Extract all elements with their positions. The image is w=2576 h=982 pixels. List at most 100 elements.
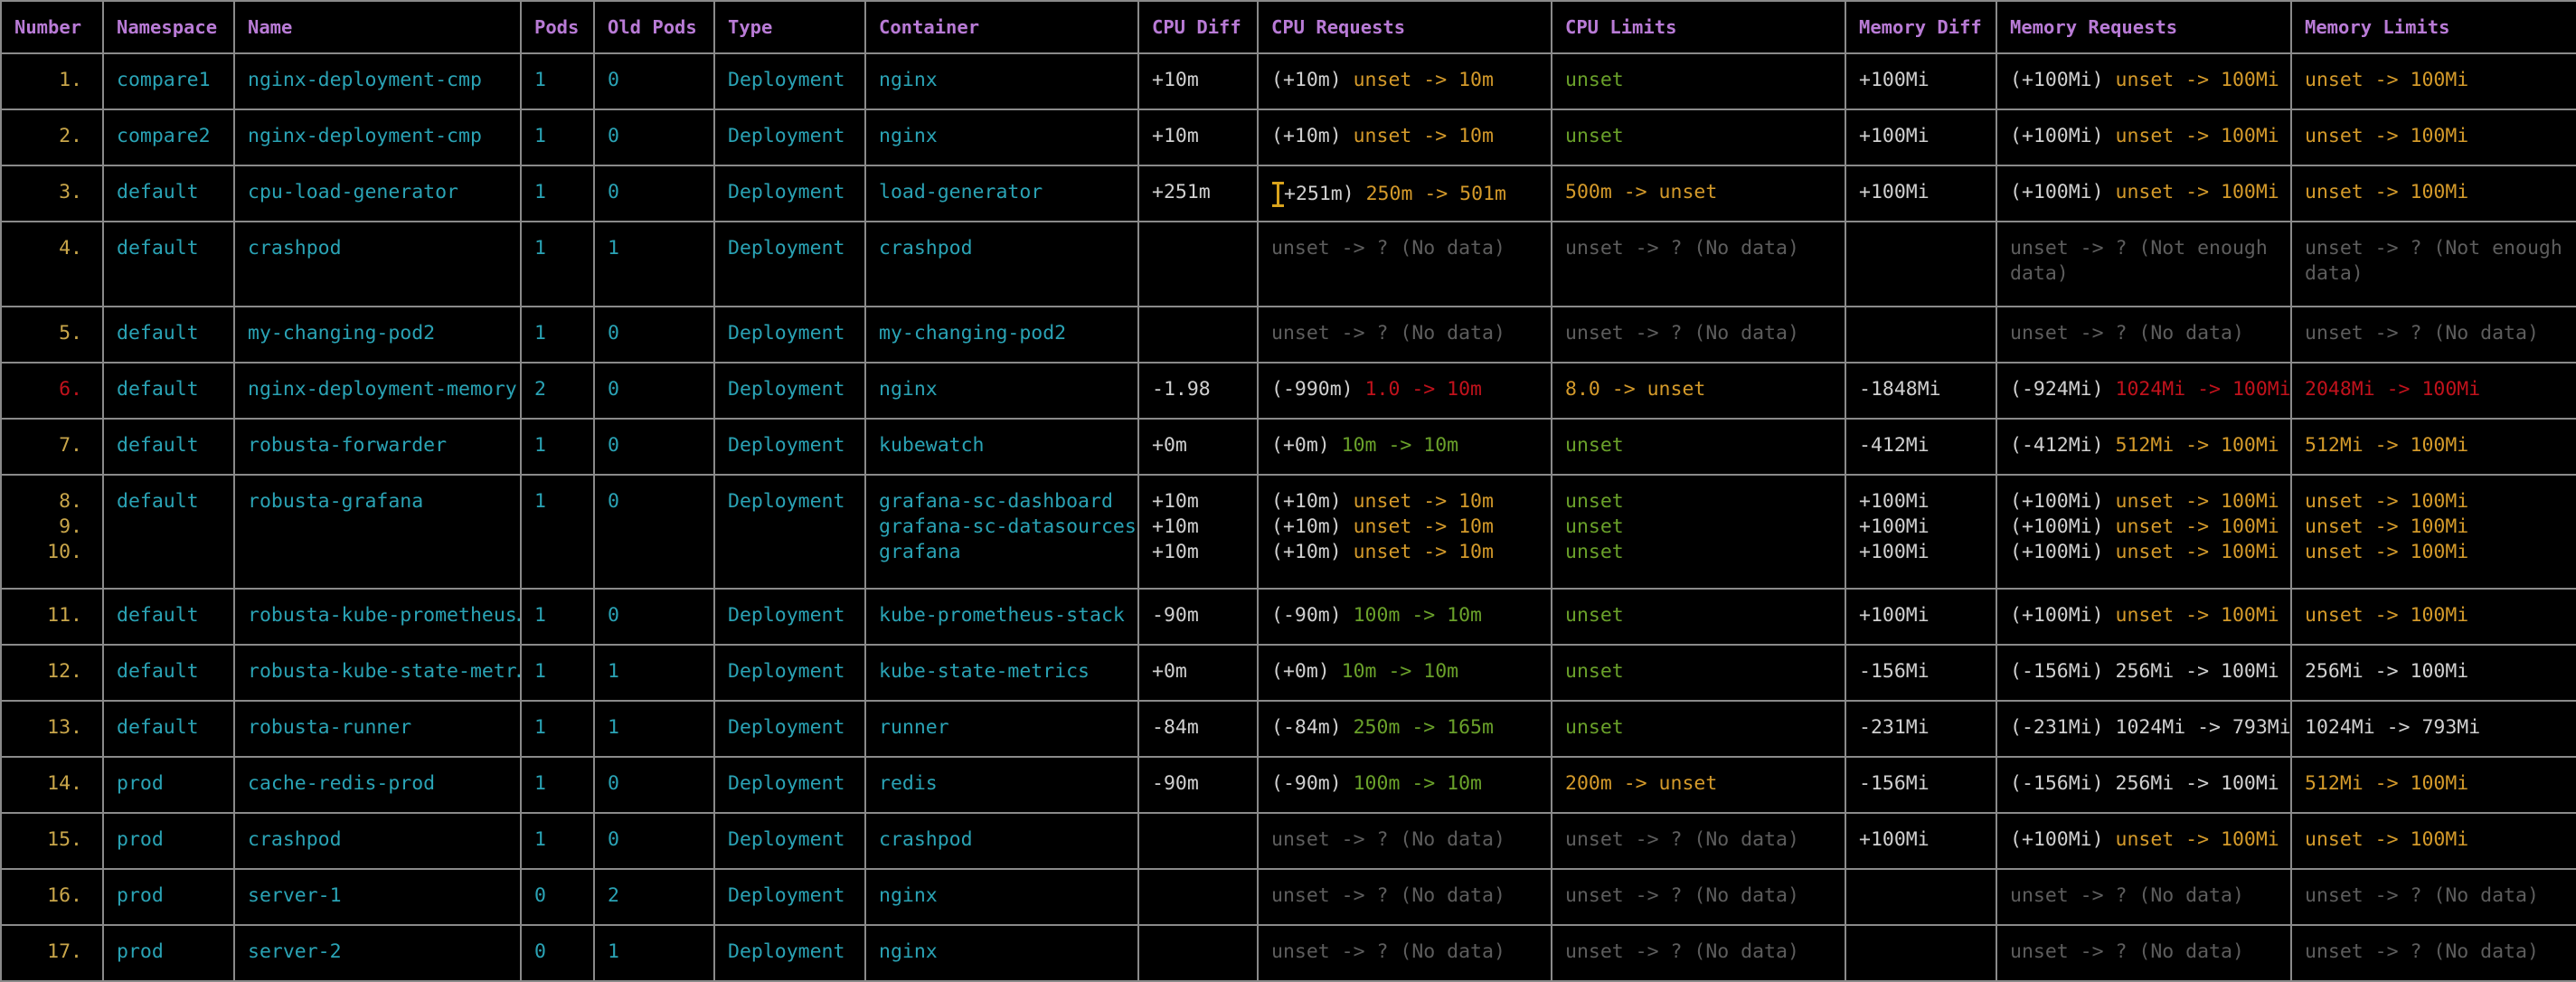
pods-cell: 0 [520, 868, 595, 926]
old-pods-cell-text: 0 [608, 322, 619, 345]
memory-requests-cell-segment: (+100Mi) [2010, 604, 2116, 627]
memory-requests-cell: (-412Mi) 512Mi -> 100Mi [1996, 418, 2292, 476]
namespace-cell-text: default [117, 237, 199, 260]
namespace-cell-text: default [117, 378, 199, 401]
cpu-requests-cell: (+10m) unset -> 10m [1257, 109, 1552, 166]
name-cell-text: robusta-kube-state-metr… [248, 660, 521, 683]
table-row[interactable]: 7. default robusta-forwarder 1 0 Deployment ku… [0, 418, 2576, 476]
cpu-diff-cell-line: -90m [1152, 604, 1199, 627]
table-row[interactable]: 12. default robusta-kube-state-metr… 1 1 Depl… [0, 644, 2576, 702]
old-pods-cell: 0 [593, 52, 715, 110]
cpu-diff-cell: -90m [1137, 756, 1259, 814]
cpu-diff-cell-line: -84m [1152, 716, 1199, 739]
cpu-diff-cell: +10m +10m +10m [1137, 474, 1259, 590]
cpu-limits-cell-segment: unset [1565, 604, 1624, 627]
cpu-diff-cell [1137, 221, 1259, 307]
memory-limits-cell-segment: (No data) [2433, 322, 2539, 345]
memory-requests-cell-segment: (-924Mi) [2010, 378, 2116, 401]
column-header-memory-diff: Memory Diff [1845, 0, 1997, 54]
name-cell-text: robusta-runner [248, 716, 412, 739]
row-number: 15. [0, 812, 104, 870]
old-pods-cell-text: 0 [608, 772, 619, 795]
row-number-line: 12. [47, 660, 82, 683]
table-row[interactable]: 13. default robusta-runner 1 1 Deployment runn… [0, 700, 2576, 758]
name-cell-text: crashpod [248, 828, 342, 851]
row-number: 6. [0, 362, 104, 420]
cpu-requests-cell-segment: unset -> 10m [1353, 541, 1494, 563]
namespace-cell: compare2 [102, 109, 235, 166]
cpu-limits-cell-line: unset -> ? (No data) [1565, 827, 1832, 853]
type-cell: Deployment [713, 756, 866, 814]
memory-limits-cell-line: unset -> ? (No data) [2305, 940, 2563, 965]
namespace-cell: default [102, 362, 235, 420]
namespace-cell: prod [102, 756, 235, 814]
memory-limits-cell-line: unset -> 100Mi [2305, 180, 2563, 205]
memory-requests-cell-segment: unset -> 100Mi [2115, 828, 2279, 851]
table-row[interactable]: 4. default crashpod 1 1 Deployment crashpod uns… [0, 221, 2576, 307]
table-row[interactable]: 14. prod cache-redis-prod 1 0 Deployment redis… [0, 756, 2576, 814]
memory-diff-cell: +100Mi [1845, 109, 1997, 166]
column-header-memory-limits: Memory Limits [2290, 0, 2576, 54]
namespace-cell-text: compare2 [117, 125, 211, 147]
table-row[interactable]: 11. default robusta-kube-prometheus… 1 0 Depl… [0, 588, 2576, 646]
memory-limits-cell: unset -> ? (Not enough data) [2290, 221, 2576, 307]
recommendations-table: Number Namespace Name Pods Old Pods Type Conta… [0, 0, 2576, 982]
memory-requests-cell-segment: (-231Mi) [2010, 716, 2116, 739]
name-cell: robusta-runner [233, 700, 522, 758]
memory-requests-cell-segment: (+100Mi) [2010, 828, 2116, 851]
table-row[interactable]: 5. default my-changing-pod2 1 0 Deployment my-… [0, 306, 2576, 364]
table-row[interactable]: 2. compare2 nginx-deployment-cmp 1 0 Deployme… [0, 109, 2576, 166]
name-cell: crashpod [233, 812, 522, 870]
table-row[interactable]: 6. default nginx-deployment-memory 2 0 Deploy… [0, 362, 2576, 420]
cpu-requests-cell-segment: unset -> ? [1271, 828, 1401, 851]
cpu-limits-cell-line: unset [1565, 659, 1832, 685]
type-cell-text: Deployment [728, 884, 845, 907]
table-row[interactable]: 17. prod server-2 0 1 Deployment nginx unset ->… [0, 924, 2576, 982]
name-cell-text: robusta-grafana [248, 490, 424, 513]
table-row[interactable]: 1. compare1 nginx-deployment-cmp 1 0 Deployme… [0, 52, 2576, 110]
memory-diff-cell-line: -231Mi [1859, 716, 1930, 739]
row-number-line: 4. [59, 237, 82, 260]
memory-limits-cell: 1024Mi -> 793Mi [2290, 700, 2576, 758]
table-row[interactable]: 15. prod crashpod 1 0 Deployment crashpod unset… [0, 812, 2576, 870]
memory-limits-cell-line: 1024Mi -> 793Mi [2305, 715, 2563, 741]
memory-limits-cell-line: unset -> 100Mi [2305, 489, 2563, 515]
cpu-requests-cell-segment: unset -> 10m [1353, 515, 1494, 538]
container-cell-line: my-changing-pod2 [879, 322, 1067, 345]
type-cell-text: Deployment [728, 181, 845, 203]
pods-cell-text: 1 [534, 828, 546, 851]
cpu-requests-cell: (+10m) unset -> 10m (+10m) unset -> 10m (+… [1257, 474, 1552, 590]
memory-diff-cell-line: +100Mi [1859, 541, 1930, 563]
memory-diff-cell [1845, 306, 1997, 364]
table-row[interactable]: 16. prod server-1 0 2 Deployment nginx unset ->… [0, 868, 2576, 926]
cpu-limits-cell: unset -> ? (No data) [1551, 924, 1846, 982]
cpu-diff-cell [1137, 924, 1259, 982]
memory-requests-cell: (-231Mi) 1024Mi -> 793Mi [1996, 700, 2292, 758]
row-number: 13. [0, 700, 104, 758]
memory-limits-cell: unset -> 100Mi unset -> 100Mi unset -> 100… [2290, 474, 2576, 590]
memory-limits-cell-segment: (No data) [2433, 884, 2539, 907]
row-number-line: 2. [59, 125, 82, 147]
cpu-requests-cell-segment: (+10m) [1271, 515, 1354, 538]
cpu-requests-cell-segment: 100m -> 10m [1353, 604, 1482, 627]
container-cell-line: nginx [879, 940, 938, 963]
cpu-requests-cell-segment: unset -> 10m [1353, 125, 1494, 147]
memory-diff-cell-line: -1848Mi [1859, 378, 1941, 401]
name-cell-text: robusta-kube-prometheus… [248, 604, 521, 627]
table-row[interactable]: 3. default cpu-load-generator 1 0 Deployment l… [0, 165, 2576, 222]
cpu-limits-cell: unset unset unset [1551, 474, 1846, 590]
pods-cell: 1 [520, 52, 595, 110]
cpu-diff-cell [1137, 868, 1259, 926]
cpu-diff-cell-line: +10m [1152, 125, 1199, 147]
namespace-cell: default [102, 418, 235, 476]
memory-limits-cell: unset -> 100Mi [2290, 165, 2576, 222]
memory-limits-cell-segment: unset -> 100Mi [2305, 828, 2469, 851]
old-pods-cell: 1 [593, 700, 715, 758]
memory-limits-cell-line: 2048Mi -> 100Mi [2305, 377, 2563, 402]
row-number: 4. [0, 221, 104, 307]
memory-limits-cell-segment: 256Mi -> 100Mi [2305, 660, 2469, 683]
cpu-requests-cell-segment: (No data) [1400, 884, 1505, 907]
table-row[interactable]: 8. 9. 10. default robusta-grafana 1 0 Deploymen… [0, 474, 2576, 590]
pods-cell-text: 1 [534, 604, 546, 627]
memory-requests-cell-segment: (+100Mi) [2010, 515, 2116, 538]
